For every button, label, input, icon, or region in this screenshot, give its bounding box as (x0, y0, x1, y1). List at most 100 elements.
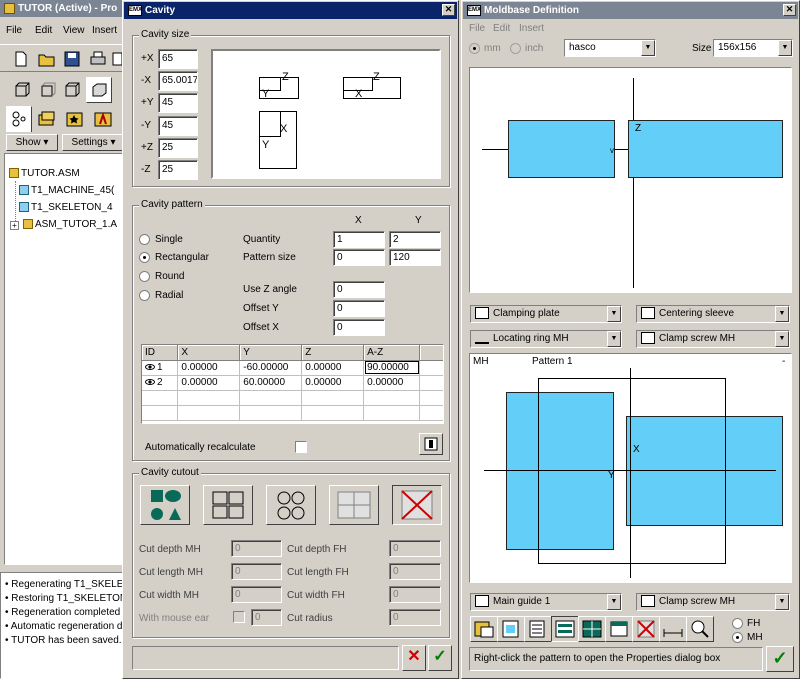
size-plus-x-field[interactable]: 65 (158, 49, 198, 69)
layout-button[interactable] (578, 616, 606, 642)
eye-icon[interactable] (145, 379, 155, 386)
combo-centering-sleeve[interactable]: Centering sleeve ▼ (636, 305, 790, 323)
cut-depth-mh-field[interactable]: 0 (231, 540, 282, 557)
pattern-size-y-field[interactable]: 120 (389, 249, 441, 266)
cut-width-fh-field[interactable]: 0 (389, 586, 441, 603)
table-row[interactable]: 2 0.00000 60.00000 0.00000 0.00000 (142, 375, 443, 391)
tree-item-asm-tutor[interactable]: ASM_TUTOR_1.A (23, 219, 117, 230)
tree-item-machine[interactable]: T1_MACHINE_45( (19, 185, 114, 196)
auto-recalc-checkbox[interactable] (295, 441, 307, 453)
mouse-ear-checkbox[interactable] (233, 611, 245, 623)
size-minus-x-field[interactable]: 65.0017 (158, 71, 198, 91)
cutout-none-button[interactable] (392, 485, 442, 525)
top-view-canvas[interactable]: Z v (469, 67, 792, 293)
radio-radial[interactable] (139, 290, 150, 301)
table-header[interactable]: Y (239, 345, 303, 361)
moldbase-menu-edit[interactable]: Edit (493, 23, 510, 34)
moldbase-menu-insert[interactable]: Insert (519, 23, 544, 34)
delete-button[interactable] (632, 616, 660, 642)
clamping-plate-shape[interactable] (508, 120, 615, 178)
cell-x[interactable]: 0.00000 (177, 375, 241, 391)
component-button[interactable] (605, 616, 633, 642)
table-row[interactable]: 1 0.00000 -60.00000 0.00000 90.00000 (142, 360, 443, 376)
settings-dropdown-button[interactable]: Settings ▾ (62, 134, 125, 151)
chevron-down-icon[interactable]: ▼ (607, 306, 621, 322)
table-header[interactable]: X (177, 345, 241, 361)
open-folder-icon[interactable] (38, 51, 56, 67)
cell-y[interactable]: 60.00000 (239, 375, 303, 391)
chevron-down-icon[interactable]: ▼ (778, 40, 792, 56)
cutout-round-button[interactable] (266, 485, 316, 525)
cut-width-mh-field[interactable]: 0 (231, 586, 282, 603)
pattern-size-x-field[interactable]: 0 (333, 249, 385, 266)
chevron-down-icon[interactable]: ▼ (775, 306, 789, 322)
close-icon[interactable]: ✕ (442, 4, 455, 16)
save-plate-button[interactable] (497, 616, 525, 642)
combo-clamping-plate[interactable]: Clamping plate ▼ (470, 305, 622, 323)
combo-clamp-screw[interactable]: Clamp screw MH ▼ (636, 330, 790, 348)
chevron-down-icon[interactable]: ▼ (775, 594, 789, 610)
plan-view-canvas[interactable]: MH Pattern 1 - X Y (469, 353, 792, 583)
unit-mm-radio[interactable] (469, 43, 480, 54)
tree-item-skeleton[interactable]: T1_SKELETON_4 (19, 202, 113, 213)
chevron-down-icon[interactable]: ▼ (641, 40, 655, 56)
offset-x-field[interactable]: 0 (333, 319, 385, 336)
menu-edit[interactable]: Edit (35, 25, 52, 36)
chevron-down-icon[interactable]: ▼ (607, 331, 621, 347)
cancel-button[interactable]: ✕ (402, 645, 426, 671)
cut-depth-fh-field[interactable]: 0 (389, 540, 441, 557)
connections-icon[interactable] (94, 111, 114, 127)
menu-file[interactable]: File (6, 25, 22, 36)
vendor-select[interactable]: hasco ▼ (564, 39, 656, 57)
cut-length-mh-field[interactable]: 0 (231, 563, 282, 580)
mouse-ear-field[interactable]: 0 (251, 609, 282, 626)
cutout-free-shapes-button[interactable] (140, 485, 190, 525)
cell-az-editing[interactable]: 90.00000 (363, 360, 421, 376)
wireframe-icon[interactable] (14, 82, 30, 98)
menu-insert[interactable]: Insert (92, 25, 117, 36)
mh-radio[interactable] (732, 632, 743, 643)
new-file-icon[interactable] (14, 51, 28, 67)
no-hidden-icon[interactable] (64, 82, 80, 98)
tree-expand-icon[interactable]: + (10, 221, 19, 230)
edit-plates-button[interactable] (524, 616, 552, 642)
cell-z[interactable]: 0.00000 (301, 360, 365, 376)
size-plus-z-field[interactable]: 25 (158, 138, 198, 158)
print-icon[interactable] (90, 51, 106, 67)
save-icon[interactable] (64, 51, 80, 67)
eye-icon[interactable] (145, 364, 155, 371)
quantity-y-field[interactable]: 2 (389, 231, 441, 248)
favorites-icon[interactable] (66, 111, 84, 127)
tree-item-root[interactable]: TUTOR.ASM (9, 168, 80, 179)
cutout-single-button[interactable] (329, 485, 379, 525)
radio-single[interactable] (139, 234, 150, 245)
size-minus-z-field[interactable]: 25 (158, 160, 198, 180)
combo-clamp-screw-2[interactable]: Clamp screw MH ▼ (636, 593, 790, 611)
quantity-x-field[interactable]: 1 (333, 231, 385, 248)
radio-rectangular[interactable] (139, 252, 150, 263)
moldbase-ok-button[interactable]: ✓ (766, 646, 794, 672)
folder-browser-icon[interactable] (38, 111, 56, 127)
size-select[interactable]: 156x156 ▼ (713, 39, 793, 57)
cutout-grid-button[interactable] (203, 485, 253, 525)
chevron-down-icon[interactable]: ▼ (607, 594, 621, 610)
cell-z[interactable]: 0.00000 (301, 375, 365, 391)
zoom-button[interactable] (686, 616, 714, 642)
offset-y-field[interactable]: 0 (333, 300, 385, 317)
cell-x[interactable]: 0.00000 (177, 360, 241, 376)
clamping-plate-shape[interactable] (628, 120, 783, 178)
radio-round[interactable] (139, 271, 150, 282)
table-header[interactable]: A-Z (363, 345, 421, 361)
dimension-button[interactable] (659, 616, 687, 642)
size-minus-y-field[interactable]: 45 (158, 116, 198, 136)
close-icon[interactable]: ✕ (783, 4, 796, 16)
cell-y[interactable]: -60.00000 (239, 360, 303, 376)
fh-radio[interactable] (732, 618, 743, 629)
menu-view[interactable]: View (63, 25, 85, 36)
combo-locating-ring[interactable]: Locating ring MH ▼ (470, 330, 622, 348)
combo-main-guide[interactable]: Main guide 1 ▼ (470, 593, 622, 611)
table-header[interactable]: Z (301, 345, 365, 361)
cut-length-fh-field[interactable]: 0 (389, 563, 441, 580)
open-plate-button[interactable] (470, 616, 498, 642)
cut-radius-field[interactable]: 0 (389, 609, 441, 626)
